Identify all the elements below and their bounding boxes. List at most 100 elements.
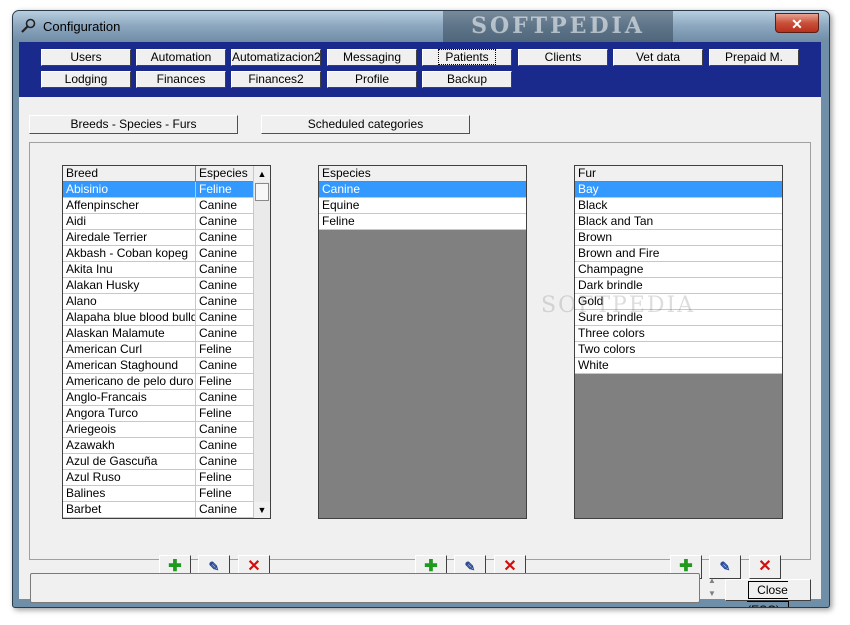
status-spinner[interactable]: ▲ ▼: [707, 574, 717, 602]
breed-row[interactable]: Azawakh Canine: [63, 438, 254, 454]
tab-automatizacion2[interactable]: Automatizacion2: [231, 49, 321, 66]
breed-row[interactable]: Akita Inu Canine: [63, 262, 254, 278]
close-esc-button[interactable]: Close (ESC): [725, 579, 811, 607]
species-cell: Canine: [199, 502, 238, 516]
fur-row[interactable]: Brown and Fire: [575, 246, 782, 262]
tab-prepaid[interactable]: Prepaid M.: [709, 49, 799, 66]
species-cell: Feline: [199, 374, 232, 388]
breed-row[interactable]: Airedale Terrier Canine: [63, 230, 254, 246]
fur-row[interactable]: Three colors: [575, 326, 782, 342]
fur-row[interactable]: Dark brindle: [575, 278, 782, 294]
edit-icon: ✎: [464, 559, 476, 574]
spin-up-icon[interactable]: ▲: [707, 574, 717, 587]
tab-users[interactable]: Users: [41, 49, 131, 66]
species-cell: Canine: [199, 278, 238, 292]
species-row[interactable]: Feline: [319, 214, 526, 230]
breed-row[interactable]: Akbash - Coban kopeg Canine: [63, 246, 254, 262]
breed-row[interactable]: Abisinio Feline: [63, 182, 254, 198]
fur-row[interactable]: Black and Tan: [575, 214, 782, 230]
tab-backup[interactable]: Backup: [422, 71, 512, 88]
species-cell: Canine: [199, 326, 238, 340]
fur-row[interactable]: White: [575, 358, 782, 374]
fur-row[interactable]: Two colors: [575, 342, 782, 358]
furs-grid[interactable]: Fur Bay Black Black and Tan Brown Brown and …: [574, 165, 783, 519]
species-cell: Canine: [199, 214, 238, 228]
breed-cell: Anglo-Francais: [63, 390, 196, 405]
species-cell: Canine: [199, 390, 238, 404]
species-grid[interactable]: Especies Canine Equine Feline: [318, 165, 527, 519]
breed-row[interactable]: Ariegeois Canine: [63, 422, 254, 438]
fur-row[interactable]: Black: [575, 198, 782, 214]
fur-name-cell: Three colors: [578, 326, 645, 340]
title-bar[interactable]: SOFTPEDIA Configuration ✕: [13, 11, 829, 42]
fur-column-header[interactable]: Fur: [575, 166, 782, 181]
furs-header: Fur: [575, 166, 782, 182]
window-close-button[interactable]: ✕: [775, 13, 819, 33]
species-cell: Canine: [199, 246, 238, 260]
breed-row[interactable]: Aidi Canine: [63, 214, 254, 230]
fur-name-cell: Black: [578, 198, 608, 212]
window-title: Configuration: [43, 19, 121, 34]
tab-bar: Users Automation Automatizacion2 Messagi…: [19, 42, 821, 97]
breed-cell: Angora Turco: [63, 406, 196, 421]
species-cell: Feline: [199, 470, 232, 484]
breed-row[interactable]: Americano de pelo duro Feline: [63, 374, 254, 390]
breeds-grid[interactable]: Breed Especies Abisinio Feline Affenpinsch…: [62, 165, 271, 519]
breed-cell: Alakan Husky: [63, 278, 196, 293]
tab-messaging[interactable]: Messaging: [327, 49, 417, 66]
spin-down-icon[interactable]: ▼: [707, 587, 717, 600]
breed-row[interactable]: Anglo-Francais Canine: [63, 390, 254, 406]
fur-name-cell: Dark brindle: [578, 278, 643, 292]
fur-name-cell: Champagne: [578, 262, 644, 276]
breeds-species-furs-panel: Breed Especies Abisinio Feline Affenpinsch…: [29, 142, 811, 579]
breed-cell: Airedale Terrier: [63, 230, 196, 245]
fur-row[interactable]: Brown: [575, 230, 782, 246]
species-column-header[interactable]: Especies: [196, 166, 254, 181]
species-cell: Feline: [199, 406, 232, 420]
wrench-icon: [21, 18, 36, 33]
subtab-breeds-species-furs[interactable]: Breeds - Species - Furs: [29, 115, 238, 134]
breed-row[interactable]: Alapaha blue blood bulldogCanine: [63, 310, 254, 326]
fur-row[interactable]: Sure brindle: [575, 310, 782, 326]
breed-row[interactable]: American Curl Feline: [63, 342, 254, 358]
scroll-thumb[interactable]: [255, 183, 269, 201]
breed-row[interactable]: Angora Turco Feline: [63, 406, 254, 422]
species-row[interactable]: Canine: [319, 182, 526, 198]
breed-row[interactable]: Alano Canine: [63, 294, 254, 310]
breed-row[interactable]: Barbet Canine: [63, 502, 254, 518]
breed-row[interactable]: Alakan Husky Canine: [63, 278, 254, 294]
breed-row[interactable]: Balines Feline: [63, 486, 254, 502]
breeds-scrollbar[interactable]: ▲ ▼: [253, 166, 270, 518]
scroll-up-arrow-icon[interactable]: ▲: [254, 166, 270, 182]
edit-icon: ✎: [208, 559, 220, 574]
subtab-scheduled-categories[interactable]: Scheduled categories: [261, 115, 470, 134]
tab-profile[interactable]: Profile: [327, 71, 417, 88]
tab-lodging[interactable]: Lodging: [41, 71, 131, 88]
tab-finances2[interactable]: Finances2: [231, 71, 321, 88]
breed-cell: Akita Inu: [63, 262, 196, 277]
tab-clients[interactable]: Clients: [518, 49, 608, 66]
tab-vet-data[interactable]: Vet data: [613, 49, 703, 66]
status-box[interactable]: [30, 573, 700, 603]
breed-row[interactable]: Azul Ruso Feline: [63, 470, 254, 486]
tab-finances[interactable]: Finances: [136, 71, 226, 88]
breed-row[interactable]: Azul de Gascuña Canine: [63, 454, 254, 470]
scroll-down-arrow-icon[interactable]: ▼: [254, 502, 270, 518]
species-row[interactable]: Equine: [319, 198, 526, 214]
breed-row[interactable]: Alaskan Malamute Canine: [63, 326, 254, 342]
fur-name-cell: Two colors: [578, 342, 636, 356]
fur-row[interactable]: Champagne: [575, 262, 782, 278]
breed-cell: Americano de pelo duro: [63, 374, 196, 389]
species-cell: Feline: [199, 182, 232, 196]
species-cell: Canine: [199, 310, 238, 324]
delete-fur-button[interactable]: ✕: [749, 555, 781, 579]
breed-row[interactable]: American Staghound Canine: [63, 358, 254, 374]
species-cell: Canine: [199, 294, 238, 308]
breed-column-header[interactable]: Breed: [63, 166, 196, 181]
tab-automation[interactable]: Automation: [136, 49, 226, 66]
tab-patients[interactable]: Patients: [422, 49, 512, 66]
especies-column-header[interactable]: Especies: [319, 166, 526, 181]
fur-row[interactable]: Bay: [575, 182, 782, 198]
fur-row[interactable]: Gold: [575, 294, 782, 310]
breed-row[interactable]: Affenpinscher Canine: [63, 198, 254, 214]
